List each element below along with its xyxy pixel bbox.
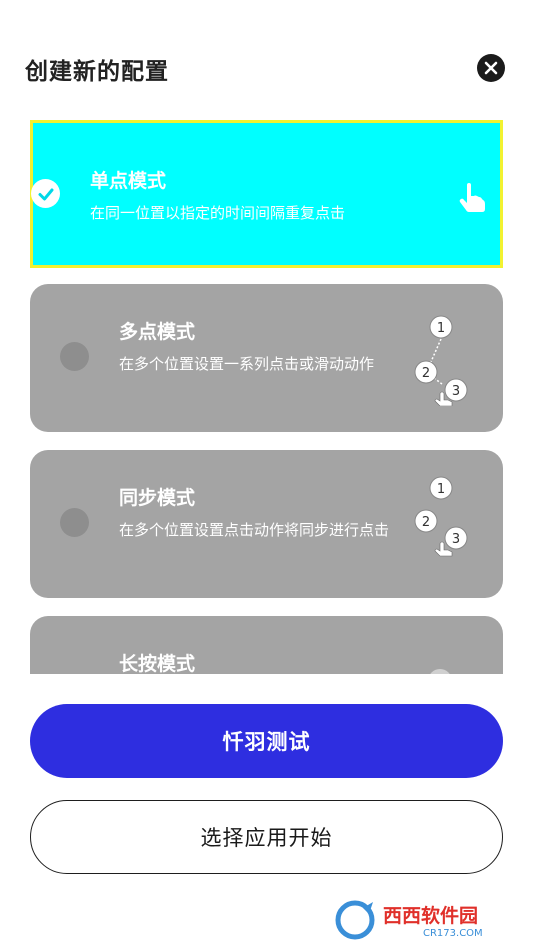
svg-text:2: 2	[422, 515, 430, 530]
sync-tap-icon: 1 2 3	[414, 476, 468, 557]
close-button[interactable]	[477, 54, 505, 82]
mode-card-multi-tap[interactable]: 多点模式 在多个位置设置一系列点击或滑动动作 1 2 3	[30, 284, 503, 432]
svg-text:西西软件园: 西西软件园	[383, 904, 478, 927]
mode-description: 在多个位置设置点击动作将同步进行点击	[119, 521, 390, 539]
close-icon	[484, 61, 498, 75]
mode-title: 单点模式	[90, 170, 167, 192]
mode-list[interactable]: 单点模式 在同一位置以指定的时间间隔重复点击 多点模式 在多个位置设置一系列点击…	[30, 118, 503, 674]
dialog-header: 创建新的配置	[25, 50, 505, 86]
mode-title: 同步模式	[119, 487, 196, 509]
radio-unchecked[interactable]	[60, 342, 89, 371]
mode-description: 在同一位置以指定的时间间隔重复点击	[90, 204, 346, 222]
multi-tap-sequence-icon: 1 2 3	[414, 315, 468, 406]
primary-test-button[interactable]: 忏羽测试	[30, 704, 503, 778]
svg-text:1: 1	[437, 321, 445, 336]
svg-text:3: 3	[452, 384, 460, 399]
svg-text:3: 3	[452, 532, 460, 547]
create-config-sheet: 创建新的配置 单点模式 在同一位置以指定的时间间隔重复点击 多点模式 在多个位置…	[0, 0, 533, 948]
mode-card-sync[interactable]: 同步模式 在多个位置设置点击动作将同步进行点击 1 2 3	[30, 450, 503, 598]
mode-title: 长按模式	[119, 653, 196, 674]
watermark-logo: 西西软件园 CR173.COM	[335, 900, 483, 940]
check-icon	[38, 188, 53, 200]
svg-text:CR173.COM: CR173.COM	[423, 928, 483, 939]
long-press-icon	[430, 669, 450, 674]
mode-card-single-tap[interactable]: 单点模式 在同一位置以指定的时间间隔重复点击	[30, 120, 503, 268]
radio-unchecked[interactable]	[60, 508, 89, 537]
dialog-title: 创建新的配置	[25, 59, 169, 85]
radio-checked[interactable]	[31, 179, 60, 208]
mode-card-long-press[interactable]: 长按模式	[30, 616, 503, 674]
mode-title: 多点模式	[119, 321, 196, 343]
single-tap-hand-icon	[459, 183, 485, 212]
svg-text:1: 1	[437, 482, 445, 497]
svg-text:2: 2	[422, 366, 430, 381]
select-app-start-button[interactable]: 选择应用开始	[30, 800, 503, 874]
mode-description: 在多个位置设置一系列点击或滑动动作	[119, 355, 375, 373]
